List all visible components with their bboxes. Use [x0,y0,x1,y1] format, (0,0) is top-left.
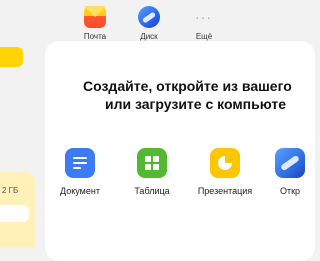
headline-line2: или загрузите с компьюте [105,96,286,112]
app-mail-label: Почта [83,32,107,41]
page-title: Создайте, откройте из вашего или загрузи… [83,77,320,113]
headline-line1: Создайте, откройте из вашего [83,78,292,94]
more-dots-icon: ··· [195,9,212,25]
tile-document-label: Документ [60,186,100,196]
spreadsheet-icon [137,148,167,178]
presentation-icon [210,148,240,178]
app-more[interactable]: ··· Ещё [184,6,224,41]
storage-card[interactable]: 2 ГБ [0,172,35,248]
open-disk-icon [275,148,305,178]
tile-open[interactable]: Откр [270,148,310,196]
tile-spreadsheet[interactable]: Таблица [130,148,174,196]
app-disk-label: Диск [140,32,158,41]
document-icon [65,148,95,178]
storage-text: 2 ГБ [2,186,19,195]
tile-presentation-label: Презентация [197,186,253,196]
tile-presentation[interactable]: Презентация [195,148,255,196]
tile-open-label: Откр [279,186,301,196]
tile-document[interactable]: Документ [58,148,102,196]
app-more-label: Ещё [195,32,213,41]
app-disk[interactable]: Диск [129,6,169,41]
create-button[interactable] [0,47,23,67]
disk-icon [138,6,160,28]
tile-spreadsheet-label: Таблица [134,186,170,196]
mail-icon [84,6,106,28]
app-mail[interactable]: Почта [75,6,115,41]
top-bar: Почта Диск ··· Ещё [0,0,298,41]
storage-button[interactable] [0,205,29,222]
